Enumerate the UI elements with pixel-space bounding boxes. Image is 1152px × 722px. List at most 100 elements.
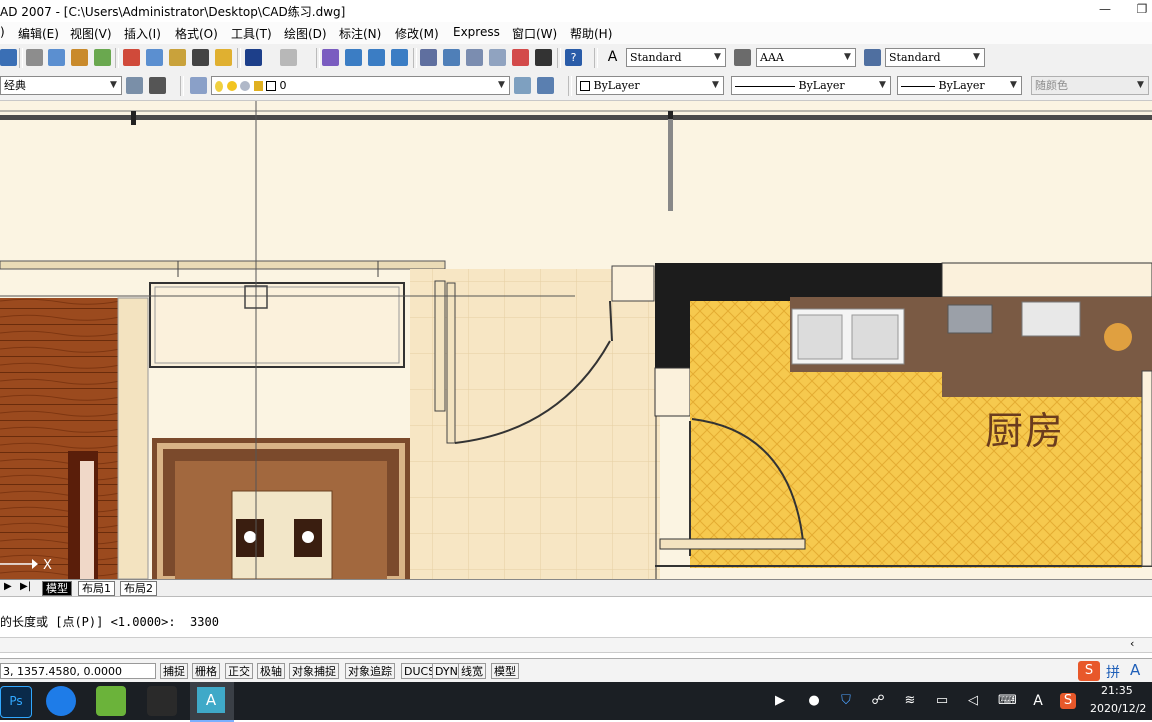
command-line[interactable]: 的长度或 [点(P)] <1.0000>: 3300: [0, 613, 219, 630]
scroll-left-icon[interactable]: ‹: [1130, 637, 1134, 650]
match-properties-icon[interactable]: [192, 49, 209, 66]
lineweight-toggle[interactable]: 线宽: [458, 663, 486, 679]
toolbar-separator: [316, 48, 320, 68]
block-editor-icon[interactable]: [215, 49, 232, 66]
menu-draw[interactable]: 绘图(D): [284, 25, 327, 42]
sheet-set-icon[interactable]: [489, 49, 506, 66]
clock-date[interactable]: 2020/12/2: [1090, 702, 1146, 715]
dim-style-icon[interactable]: [734, 49, 751, 66]
tab-layout2[interactable]: 布局2: [120, 581, 157, 596]
menu-insert[interactable]: 插入(I): [124, 25, 161, 42]
browser-icon[interactable]: [46, 686, 76, 716]
osnap-toggle[interactable]: 对象捕捉: [289, 663, 339, 679]
zoom-previous-icon[interactable]: [391, 49, 408, 66]
autocad-icon[interactable]: A: [190, 682, 234, 722]
minimize-icon[interactable]: —: [1095, 2, 1115, 20]
drawing-canvas[interactable]: X 厨房: [0, 101, 1152, 579]
tray-network-share-icon[interactable]: ☍: [870, 693, 886, 709]
design-center-icon[interactable]: [443, 49, 460, 66]
keyboard-icon[interactable]: ⌨: [998, 693, 1017, 709]
toolbar-separator: [115, 48, 119, 68]
my-workspace-icon[interactable]: [149, 77, 166, 94]
zoom-window-icon[interactable]: [368, 49, 385, 66]
paste-icon[interactable]: [169, 49, 186, 66]
table-style-select[interactable]: Standard ▼: [885, 48, 985, 67]
print-icon[interactable]: [26, 49, 43, 66]
wifi-icon[interactable]: ≋: [902, 693, 918, 709]
menu-format[interactable]: 格式(O): [175, 25, 218, 42]
ime-letter[interactable]: A: [1130, 661, 1140, 679]
table-style-value: Standard: [889, 51, 941, 64]
workspace-settings-icon[interactable]: [126, 77, 143, 94]
redo-icon[interactable]: [280, 49, 297, 66]
window-title: AD 2007 - [C:\Users\Administrator\Deskto…: [0, 5, 346, 19]
zoom-realtime-icon[interactable]: [345, 49, 362, 66]
volume-icon[interactable]: ◁: [965, 693, 981, 709]
calculator-icon[interactable]: [535, 49, 552, 66]
workspace-select[interactable]: 经典 ▼: [0, 76, 122, 95]
text-style-value: Standard: [630, 51, 682, 64]
help-icon[interactable]: ?: [565, 49, 582, 66]
tray-security-icon[interactable]: ⛉: [838, 693, 854, 709]
photoshop-icon[interactable]: Ps: [0, 686, 32, 718]
model-toggle[interactable]: 模型: [491, 663, 519, 679]
sogou-tray-icon[interactable]: S: [1060, 693, 1076, 709]
layer-manager-icon[interactable]: [190, 77, 207, 94]
polar-toggle[interactable]: 极轴: [257, 663, 285, 679]
plot-preview-icon[interactable]: [48, 49, 65, 66]
pan-icon[interactable]: [322, 49, 339, 66]
layer-previous-icon[interactable]: [537, 77, 554, 94]
ime-mode-label[interactable]: 拼: [1106, 662, 1120, 682]
tool-palettes-icon[interactable]: [466, 49, 483, 66]
ortho-toggle[interactable]: 正交: [225, 663, 253, 679]
restore-icon[interactable]: ❐: [1132, 2, 1152, 20]
undo-icon[interactable]: [245, 49, 262, 66]
menu-tools[interactable]: 工具(T): [231, 25, 272, 42]
otrack-toggle[interactable]: 对象追踪: [345, 663, 395, 679]
cut-icon[interactable]: [123, 49, 140, 66]
snap-toggle[interactable]: 捕捉: [160, 663, 188, 679]
clock-time[interactable]: 21:35: [1101, 684, 1133, 697]
tab-nav-next-icon[interactable]: ▶: [4, 581, 12, 592]
make-current-layer-icon[interactable]: [514, 77, 531, 94]
markup-icon[interactable]: [512, 49, 529, 66]
tab-model[interactable]: 模型: [42, 581, 72, 596]
sogou-ime-icon[interactable]: S: [1078, 661, 1100, 681]
grid-toggle[interactable]: 栅格: [192, 663, 220, 679]
tray-game-icon[interactable]: ●: [806, 693, 822, 709]
menu-modify[interactable]: 修改(M): [395, 25, 439, 42]
lineweight-select[interactable]: ByLayer ▼: [897, 76, 1022, 95]
wall-segment: [611, 265, 655, 302]
text-style-select[interactable]: Standard ▼: [626, 48, 726, 67]
menu-file-fragment[interactable]: ): [0, 25, 5, 39]
input-mode-label[interactable]: A: [1030, 693, 1046, 709]
lightbulb-icon: [215, 80, 223, 92]
tray-media-icon[interactable]: ▶: [772, 693, 788, 709]
copy-icon[interactable]: [146, 49, 163, 66]
3d-dwf-icon[interactable]: [94, 49, 111, 66]
text-style-icon[interactable]: A: [604, 49, 621, 66]
publish-icon[interactable]: [71, 49, 88, 66]
properties-icon[interactable]: [420, 49, 437, 66]
menu-edit[interactable]: 编辑(E): [18, 25, 59, 42]
file-app-icon[interactable]: [96, 686, 126, 716]
tab-nav-last-icon[interactable]: ▶|: [20, 581, 31, 592]
menu-dimension[interactable]: 标注(N): [339, 25, 381, 42]
dim-style-select[interactable]: AAA ▼: [756, 48, 856, 67]
linetype-select[interactable]: ByLayer ▼: [731, 76, 891, 95]
dyn-toggle[interactable]: DYN: [432, 663, 461, 679]
save-icon[interactable]: [0, 49, 17, 66]
menu-window[interactable]: 窗口(W): [512, 25, 557, 42]
table-style-icon[interactable]: [864, 49, 881, 66]
battery-icon[interactable]: ▭: [934, 693, 950, 709]
command-scrollbar[interactable]: ‹: [0, 637, 1152, 653]
menu-express[interactable]: Express: [453, 25, 500, 39]
menu-help[interactable]: 帮助(H): [570, 25, 612, 42]
layer-select[interactable]: 0 ▼: [211, 76, 510, 95]
kitchen-wall: [655, 263, 942, 301]
tab-layout1[interactable]: 布局1: [78, 581, 115, 596]
color-select[interactable]: ByLayer ▼: [576, 76, 724, 95]
command-window[interactable]: 的长度或 [点(P)] <1.0000>: 3300 ‹: [0, 596, 1152, 659]
game-icon[interactable]: [147, 686, 177, 716]
menu-view[interactable]: 视图(V): [70, 25, 112, 42]
